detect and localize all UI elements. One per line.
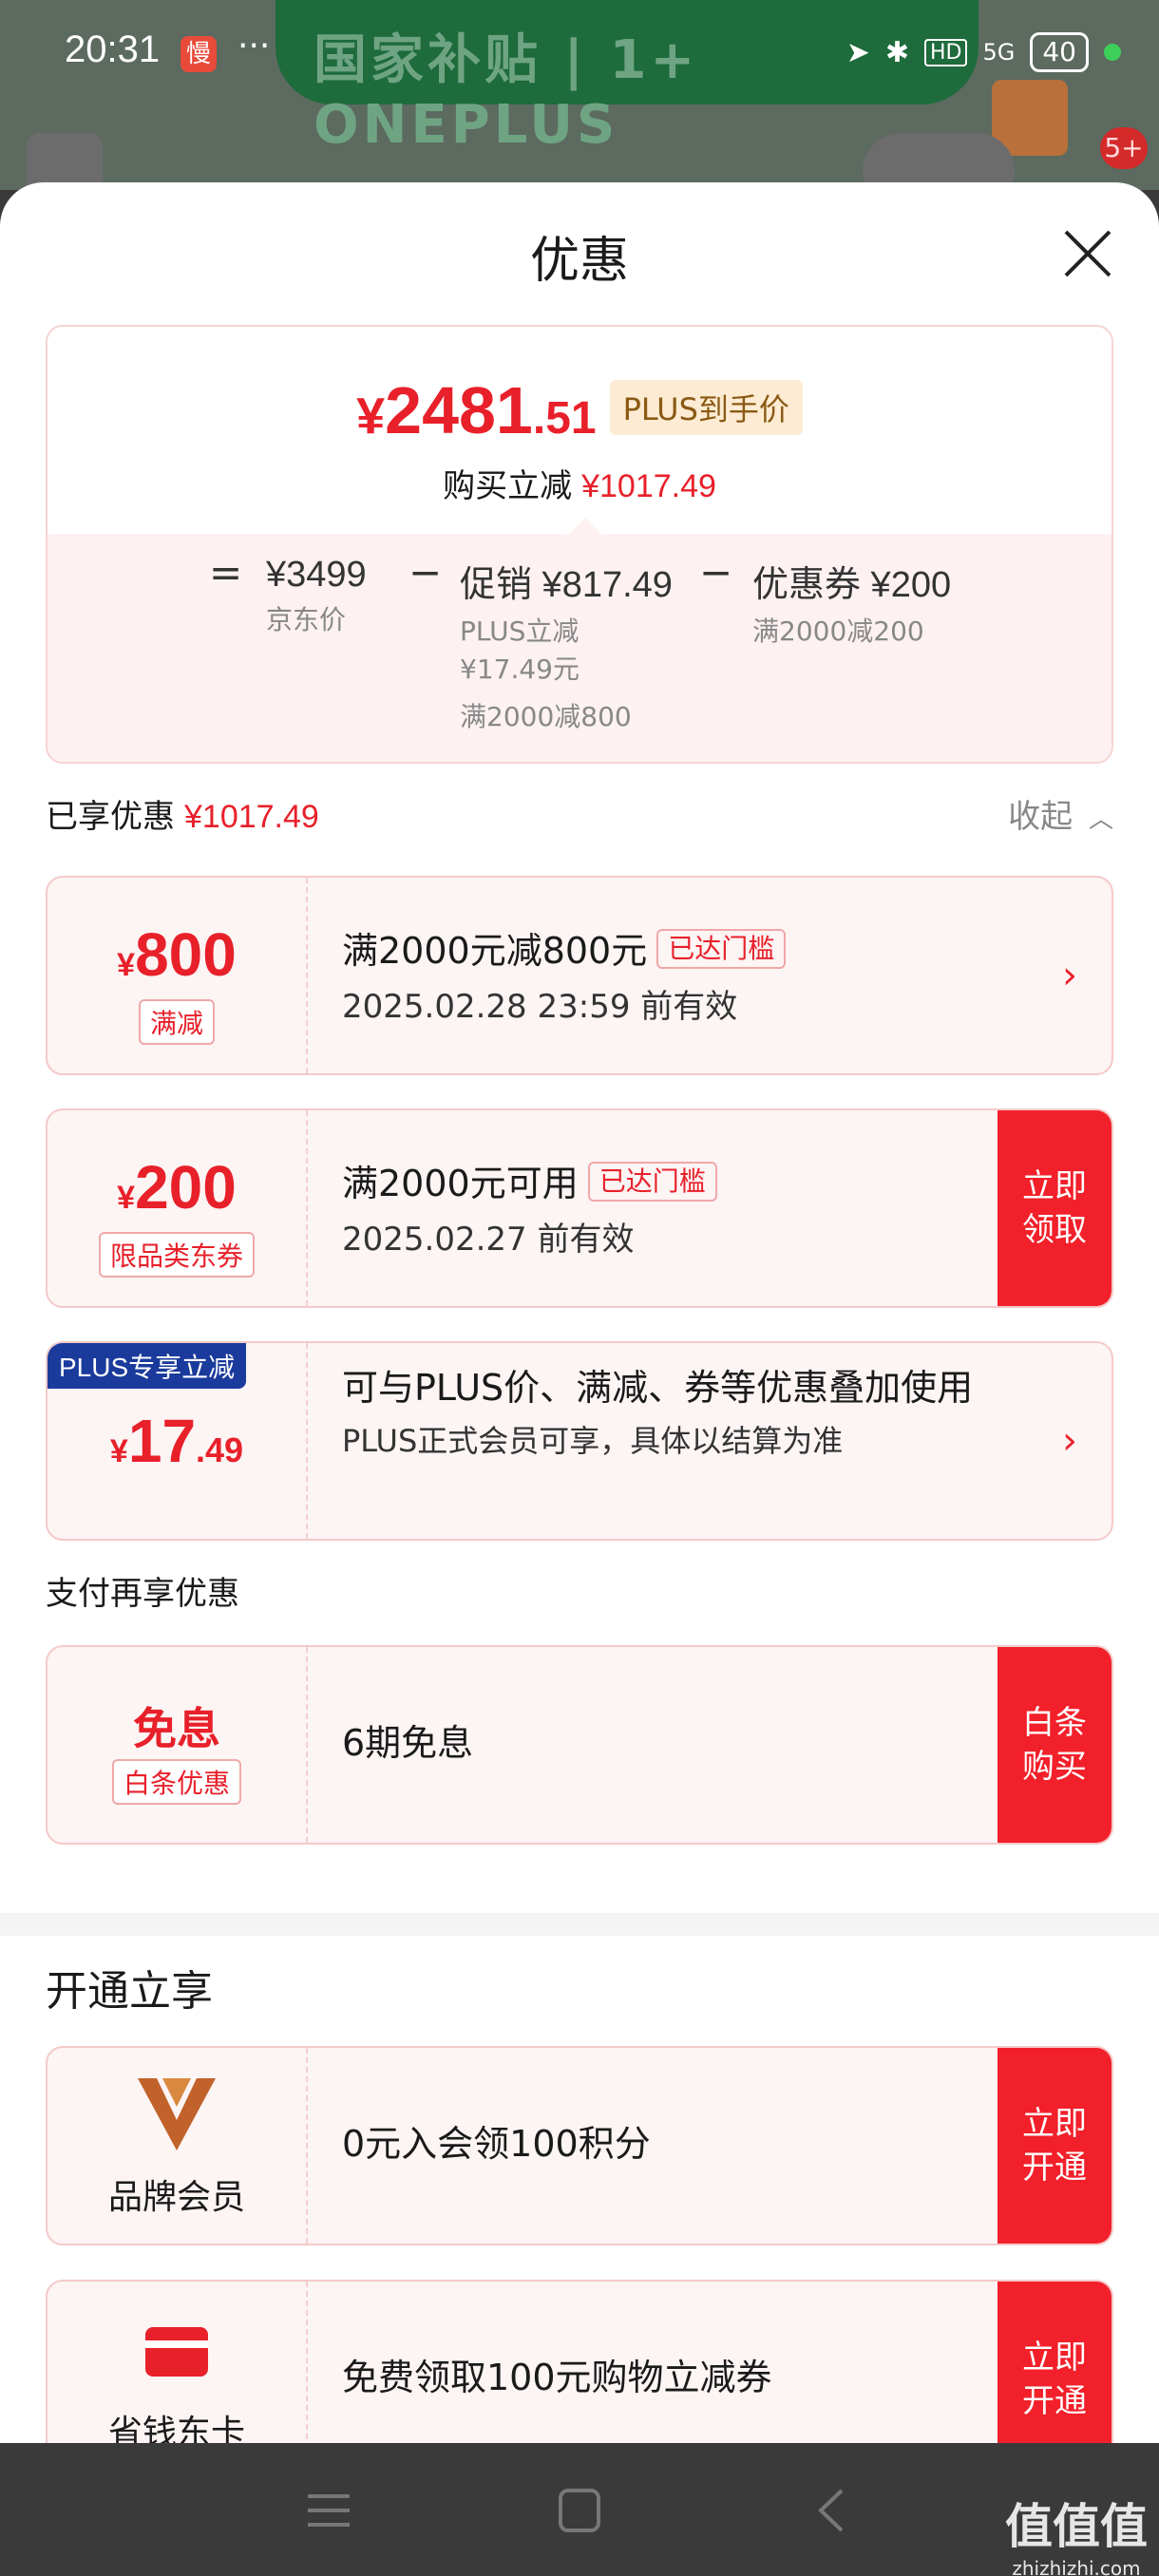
final-price: ¥2481.51: [356, 373, 597, 447]
sheet-title: 优惠: [529, 233, 629, 290]
card-title: 满2000元减800元 已达门槛: [342, 925, 988, 976]
brand-member-card: 品牌会员 0元入会领100积分 立即 开通: [46, 2046, 1113, 2245]
menu-icon[interactable]: [300, 2487, 357, 2534]
installment-card: 免息 白条优惠 6期免息 白条 购买: [46, 1645, 1113, 1845]
card-left-panel: ¥17.49: [48, 1343, 308, 1539]
card-title: 可与PLUS价、满减、券等优惠叠加使用: [342, 1367, 974, 1409]
status-time: 20:31: [65, 28, 161, 70]
savings-offer-text: 免费领取100元购物立减券: [342, 2357, 772, 2398]
promo-sub-threshold: 满2000减800: [460, 701, 632, 732]
jd-price-label: 京东价: [266, 604, 347, 635]
card-note: PLUS正式会员可享，具体以结算为准: [342, 1423, 844, 1459]
card-body: 可与PLUS价、满减、券等优惠叠加使用 PLUS正式会员可享，具体以结算为准: [342, 1362, 988, 1461]
chevron-up-icon: ︿: [1088, 805, 1113, 834]
network-signal-icon: 5G: [982, 39, 1016, 66]
claim-coupon-button[interactable]: 立即 领取: [998, 1110, 1112, 1306]
location-icon: ➤: [846, 35, 870, 69]
reduction-amount: ¥1017.49: [581, 468, 716, 504]
card-body: 满2000元可用 已达门槛 2025.02.27 前有效: [342, 1158, 988, 1260]
section-divider: [0, 1913, 1159, 1936]
price-breakdown: = ¥3499 京东价 − 促销 ¥817.49 PLUS立减 ¥17.49元 …: [48, 534, 1112, 762]
promo-value: 促销 ¥817.49: [460, 565, 673, 605]
watermark-main: 值值值: [1005, 2499, 1148, 2554]
card-amount: ¥800: [117, 920, 237, 989]
system-navigation-bar: [0, 2443, 1159, 2576]
more-notifications-icon: ···: [238, 27, 271, 66]
notification-count-badge: 5+: [1100, 127, 1148, 169]
discount-card-coupon: ¥200 限品类东券 满2000元可用 已达门槛 2025.02.27 前有效 立…: [46, 1108, 1113, 1308]
price-summary-box: ¥2481.51 PLUS到手价 购买立减 ¥1017.49 = ¥3499 京东价…: [46, 325, 1113, 764]
chevron-right-icon[interactable]: ›: [1062, 954, 1077, 997]
threshold-reached-tag: 已达门槛: [587, 1162, 717, 1202]
coupon-value: 优惠券 ¥200: [752, 565, 952, 605]
home-icon[interactable]: [551, 2487, 608, 2534]
minus-sign: −: [408, 549, 443, 596]
card-amount: ¥17.49: [109, 1407, 244, 1475]
card-body: 0元入会领100积分: [342, 2118, 988, 2169]
open-section-title: 开通立享: [46, 1967, 213, 2016]
reduction-label: 购买立减: [443, 467, 573, 505]
jd-price-item: ¥3499 京东价: [266, 555, 367, 639]
enjoyed-label: 已享优惠: [46, 798, 175, 836]
open-savings-card-button[interactable]: 立即 开通: [998, 2282, 1112, 2443]
interest-free-title: 免息: [133, 1703, 220, 1754]
card-left-panel: ¥800 满减: [48, 878, 308, 1073]
hd-icon: HD: [924, 38, 968, 66]
promo-item: 促销 ¥817.49 PLUS立减 ¥17.49元 满2000减800: [460, 555, 673, 736]
card-amount: ¥200: [117, 1153, 237, 1222]
collapse-label: 收起: [1008, 798, 1074, 836]
back-icon[interactable]: [804, 2487, 861, 2534]
status-bar: 20:31 慢 ··· ➤ ✱ HD 5G 40: [0, 0, 1159, 104]
coupon-sub: 满2000减200: [752, 616, 924, 647]
minus-sign-2: −: [699, 549, 733, 596]
app-notification-icon: 慢: [180, 36, 217, 72]
watermark-sub: zhizhizhi.com: [1012, 2557, 1141, 2576]
card-body: 6期免息: [342, 1717, 988, 1769]
chevron-right-icon[interactable]: ›: [1062, 1419, 1077, 1463]
pay-section-label: 支付再享优惠: [46, 1575, 239, 1613]
promo-sub-amount: ¥17.49元: [460, 653, 580, 685]
close-icon[interactable]: [1062, 228, 1113, 279]
discount-card-plus[interactable]: PLUS专享立减 ¥17.49 可与PLUS价、满减、券等优惠叠加使用 PLUS…: [46, 1341, 1113, 1541]
status-icons: ➤ ✱ HD 5G 40: [846, 32, 1121, 72]
card-validity: 2025.02.28 23:59 前有效: [342, 988, 738, 1026]
savings-card-label: 省钱东卡: [107, 2414, 245, 2443]
card-body: 免费领取100元购物立减券: [342, 2352, 988, 2403]
card-left-panel: 品牌会员: [48, 2048, 308, 2244]
total-reduction-row: 购买立减 ¥1017.49: [48, 460, 1112, 506]
discount-sheet: 优惠 ¥2481.51 PLUS到手价 购买立减 ¥1017.49 = ¥3499 …: [0, 182, 1159, 2443]
battery-icon: 40: [1030, 32, 1089, 72]
card-body: 满2000元减800元 已达门槛 2025.02.28 23:59 前有效: [342, 925, 988, 1027]
collapse-button[interactable]: 收起 ︿: [1008, 790, 1113, 837]
baitiao-tag: 白条优惠: [111, 1759, 242, 1805]
equals-sign: =: [209, 549, 243, 596]
savings-card-icon: [145, 2327, 208, 2377]
savings-card-card: 省钱东卡 免费领取100元购物立减券 立即 开通: [46, 2280, 1113, 2443]
watermark: 值值值 zhizhizhi.com: [1005, 2489, 1148, 2576]
card-validity: 2025.02.27 前有效: [342, 1221, 635, 1259]
enjoyed-amount: ¥1017.49: [184, 799, 319, 835]
card-left-panel: 省钱东卡: [48, 2282, 308, 2443]
coupon-item: 优惠券 ¥200 满2000减200: [752, 555, 951, 651]
member-offer-text: 0元入会领100积分: [342, 2123, 651, 2165]
card-type-tag: 限品类东券: [98, 1232, 256, 1278]
final-price-row: ¥2481.51 PLUS到手价: [48, 372, 1112, 448]
card-left-panel: ¥200 限品类东券: [48, 1110, 308, 1306]
privacy-indicator-dot: [1104, 44, 1121, 61]
installment-text: 6期免息: [342, 1722, 474, 1764]
card-type-tag: 满减: [138, 999, 216, 1045]
join-member-button[interactable]: 立即 开通: [998, 2048, 1112, 2244]
discount-card-full-reduction[interactable]: ¥800 满减 满2000元减800元 已达门槛 2025.02.28 23:59…: [46, 876, 1113, 1075]
card-title: 满2000元可用 已达门槛: [342, 1158, 988, 1209]
promo-sub-plus: PLUS立减: [460, 616, 580, 647]
card-left-panel: 免息 白条优惠: [48, 1647, 308, 1843]
plus-price-tag: PLUS到手价: [609, 380, 803, 435]
threshold-reached-tag: 已达门槛: [656, 929, 787, 969]
enjoyed-discount-row: 已享优惠 ¥1017.49: [46, 790, 319, 837]
baitiao-buy-button[interactable]: 白条 购买: [998, 1647, 1112, 1843]
brand-member-label: 品牌会员: [107, 2178, 245, 2217]
brand-member-icon: [138, 2078, 216, 2150]
bluetooth-icon: ✱: [884, 35, 909, 69]
jd-price-value: ¥3499: [266, 555, 367, 595]
